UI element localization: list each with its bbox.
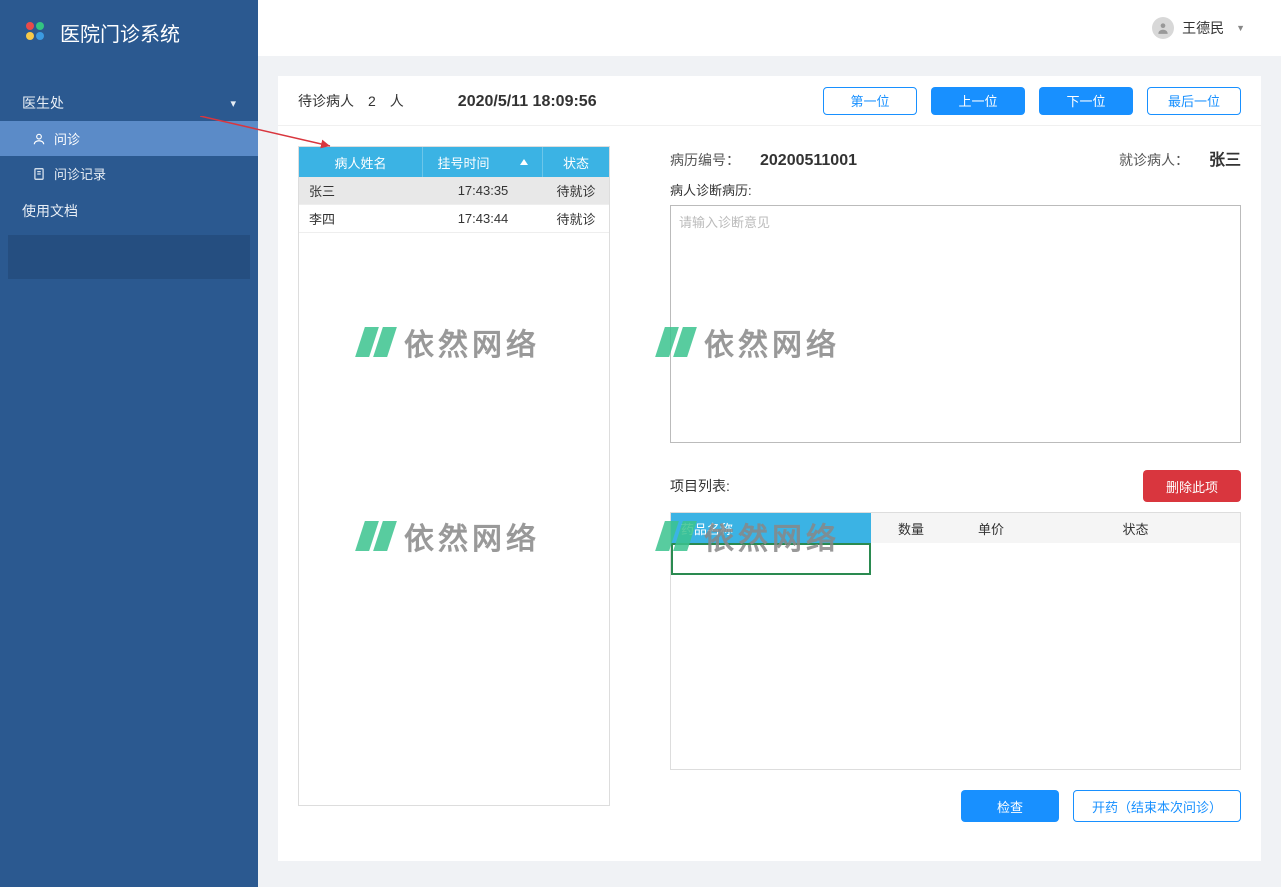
wait-count: 2 (368, 93, 376, 109)
user-name: 王德民 (1182, 18, 1224, 38)
next-button[interactable]: 下一位 (1039, 87, 1133, 115)
diagnosis-label: 病人诊断病历: (670, 180, 1241, 199)
patient-name: 张三 (1209, 146, 1241, 170)
sidebar: 医院门诊系统 医生处 ▾ 问诊 问诊记录 使用文档 (0, 0, 258, 887)
record-id-label: 病历编号： (670, 150, 740, 170)
prev-button[interactable]: 上一位 (931, 87, 1025, 115)
menu-group-label: 医生处 (22, 93, 64, 113)
clock: 2020/5/11 18:09:56 (458, 93, 597, 111)
table-row[interactable]: 张三 17:43:35 待就诊 (299, 177, 609, 205)
sidebar-item-label: 问诊记录 (54, 164, 106, 183)
content: 王德民 ▼ 待诊病人 2 人 2020/5/11 18:09:56 第一位 上一… (258, 0, 1281, 887)
projects-col-name-selected[interactable]: 药品名称 (671, 513, 871, 543)
projects-col-status: 状态 (1031, 519, 1240, 538)
sidebar-item-consult[interactable]: 问诊 (0, 121, 258, 156)
col-status[interactable]: 状态 (543, 147, 609, 177)
app-title: 医院门诊系统 (60, 18, 180, 47)
projects-col-qty: 数量 (871, 519, 951, 538)
wait-unit: 人 (390, 91, 404, 111)
wait-label: 待诊病人 (298, 91, 354, 111)
logo-icon (22, 22, 50, 44)
first-button[interactable]: 第一位 (823, 87, 917, 115)
table-row[interactable]: 李四 17:43:44 待就诊 (299, 205, 609, 233)
sidebar-sub-placeholder (8, 235, 250, 279)
caret-down-icon: ▼ (1236, 23, 1245, 33)
col-name[interactable]: 病人姓名 (299, 147, 423, 177)
menu-group-doctor[interactable]: 医生处 ▾ (0, 85, 258, 121)
check-button[interactable]: 检查 (961, 790, 1059, 822)
chevron-down-icon: ▾ (230, 97, 236, 110)
projects-col-price: 单价 (951, 519, 1031, 538)
sort-asc-icon (520, 159, 528, 165)
diagnosis-textarea[interactable] (670, 205, 1241, 443)
projects-label: 项目列表: (670, 476, 730, 496)
avatar-icon (1152, 17, 1174, 39)
main-panel: 待诊病人 2 人 2020/5/11 18:09:56 第一位 上一位 下一位 … (278, 76, 1261, 861)
topbar: 王德民 ▼ (258, 0, 1281, 56)
user-icon (32, 132, 46, 146)
sidebar-item-docs[interactable]: 使用文档 (0, 191, 258, 231)
col-time[interactable]: 挂号时间 (423, 147, 543, 177)
patients-table-header: 病人姓名 挂号时间 状态 (299, 147, 609, 177)
patients-table: 病人姓名 挂号时间 状态 张三 17:43:35 待就诊 (298, 146, 610, 806)
panel-header: 待诊病人 2 人 2020/5/11 18:09:56 第一位 上一位 下一位 … (278, 76, 1261, 126)
delete-project-button[interactable]: 删除此项 (1143, 470, 1241, 502)
patient-label: 就诊病人： (1119, 150, 1189, 170)
logo: 医院门诊系统 (0, 0, 258, 65)
projects-table: 药品名称 数量 单价 状态 (670, 512, 1241, 770)
projects-edit-cell[interactable] (671, 543, 871, 575)
sidebar-item-records[interactable]: 问诊记录 (0, 156, 258, 191)
last-button[interactable]: 最后一位 (1147, 87, 1241, 115)
record-id: 20200511001 (760, 152, 857, 170)
document-icon (32, 167, 46, 181)
user-menu[interactable]: 王德民 ▼ (1152, 17, 1245, 39)
sidebar-item-label: 问诊 (54, 129, 80, 148)
dispense-button[interactable]: 开药（结束本次问诊） (1073, 790, 1241, 822)
